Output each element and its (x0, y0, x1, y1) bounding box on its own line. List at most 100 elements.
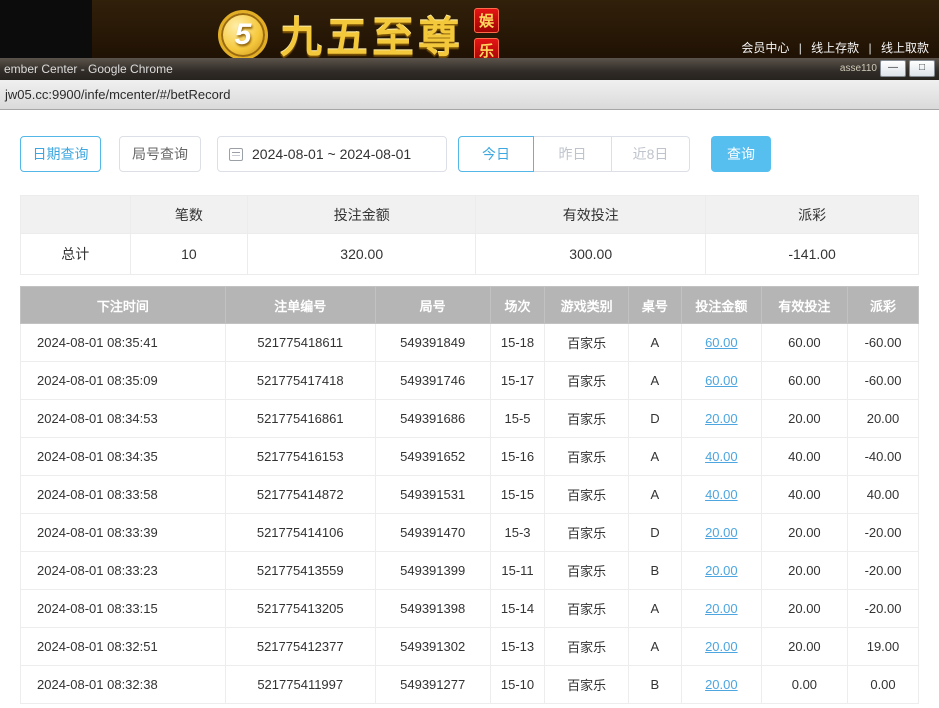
today-button[interactable]: 今日 (458, 136, 534, 172)
header-valid-bet: 有效投注 (761, 287, 847, 324)
maximize-button[interactable]: □ (909, 60, 935, 77)
summary-count: 10 (130, 234, 248, 275)
cell-game-type: 百家乐 (545, 438, 629, 476)
cell-bet-amount: 20.00 (681, 628, 761, 666)
date-range-input[interactable]: 2024-08-01 ~ 2024-08-01 (217, 136, 447, 172)
bet-amount-link[interactable]: 20.00 (705, 525, 738, 540)
table-row: 2024-08-01 08:34:35 521775416153 5493916… (21, 438, 919, 476)
search-button[interactable]: 查询 (711, 136, 771, 172)
summary-header-payout: 派彩 (706, 196, 919, 234)
nav-separator: | (869, 41, 872, 55)
table-row: 2024-08-01 08:33:39 521775414106 5493914… (21, 514, 919, 552)
cell-payout: 19.00 (848, 628, 919, 666)
cell-valid-bet: 20.00 (761, 514, 847, 552)
cell-session: 15-15 (490, 476, 545, 514)
cell-session: 15-13 (490, 628, 545, 666)
cell-payout: 20.00 (848, 400, 919, 438)
bet-amount-link[interactable]: 20.00 (705, 601, 738, 616)
cell-session: 15-17 (490, 362, 545, 400)
table-row: 2024-08-01 08:34:53 521775416861 5493916… (21, 400, 919, 438)
yesterday-button[interactable]: 昨日 (534, 136, 612, 172)
cell-round-id: 549391686 (375, 400, 490, 438)
cell-game-type: 百家乐 (545, 476, 629, 514)
cell-order-id: 521775413559 (225, 552, 375, 590)
cell-bet-amount: 20.00 (681, 514, 761, 552)
cell-bet-amount: 60.00 (681, 362, 761, 400)
bet-amount-link[interactable]: 20.00 (705, 677, 738, 692)
cell-bet-time: 2024-08-01 08:33:39 (21, 514, 226, 552)
cell-order-id: 521775412377 (225, 628, 375, 666)
header-left-block (0, 0, 92, 58)
bet-amount-link[interactable]: 40.00 (705, 449, 738, 464)
bet-amount-link[interactable]: 20.00 (705, 639, 738, 654)
cell-valid-bet: 60.00 (761, 324, 847, 362)
minimize-button[interactable]: — (880, 60, 906, 77)
cell-table-no: A (628, 438, 681, 476)
filter-row: 日期查询 局号查询 2024-08-01 ~ 2024-08-01 今日 昨日 … (20, 136, 919, 172)
summary-total-row: 总计 10 320.00 300.00 -141.00 (21, 234, 919, 275)
cell-game-type: 百家乐 (545, 400, 629, 438)
header-session: 场次 (490, 287, 545, 324)
cell-table-no: D (628, 400, 681, 438)
cell-round-id: 549391302 (375, 628, 490, 666)
cell-bet-time: 2024-08-01 08:33:58 (21, 476, 226, 514)
window-controls: — □ (880, 60, 935, 77)
cell-payout: -40.00 (848, 438, 919, 476)
cell-valid-bet: 40.00 (761, 476, 847, 514)
logo-badge-char-1: 娱 (474, 8, 499, 33)
table-row: 2024-08-01 08:32:38 521775411997 5493912… (21, 666, 919, 704)
cell-bet-amount: 20.00 (681, 590, 761, 628)
bet-amount-link[interactable]: 40.00 (705, 487, 738, 502)
summary-header-row: 笔数 投注金额 有效投注 派彩 (21, 196, 919, 234)
site-logo-title: 九五至尊 (280, 4, 464, 65)
header-order-id: 注单编号 (225, 287, 375, 324)
cell-game-type: 百家乐 (545, 362, 629, 400)
browser-titlebar: ember Center - Google Chrome asse110 — □ (0, 58, 939, 80)
cell-order-id: 521775414872 (225, 476, 375, 514)
bet-amount-link[interactable]: 20.00 (705, 411, 738, 426)
round-query-button[interactable]: 局号查询 (119, 136, 201, 172)
cell-valid-bet: 60.00 (761, 362, 847, 400)
cell-valid-bet: 20.00 (761, 552, 847, 590)
header-game-type: 游戏类别 (545, 287, 629, 324)
cell-bet-time: 2024-08-01 08:35:41 (21, 324, 226, 362)
cell-session: 15-16 (490, 438, 545, 476)
bet-amount-link[interactable]: 20.00 (705, 563, 738, 578)
cell-bet-amount: 40.00 (681, 476, 761, 514)
cell-session: 15-14 (490, 590, 545, 628)
cell-game-type: 百家乐 (545, 514, 629, 552)
nav-online-withdraw[interactable]: 线上取款 (881, 41, 929, 55)
cell-session: 15-18 (490, 324, 545, 362)
cell-bet-time: 2024-08-01 08:33:15 (21, 590, 226, 628)
header-bet-amount: 投注金额 (681, 287, 761, 324)
table-row: 2024-08-01 08:33:23 521775413559 5493913… (21, 552, 919, 590)
cell-round-id: 549391531 (375, 476, 490, 514)
date-query-button[interactable]: 日期查询 (20, 136, 101, 172)
logo-badge: 娱 乐 (474, 8, 499, 63)
browser-urlbar[interactable]: jw05.cc:9900/infe/mcenter/#/betRecord (0, 80, 939, 110)
summary-valid-bet: 300.00 (476, 234, 706, 275)
cell-game-type: 百家乐 (545, 628, 629, 666)
cell-bet-amount: 20.00 (681, 400, 761, 438)
header-nav: 会员中心 | 线上存款 | 线上取款 (741, 39, 929, 56)
cell-session: 15-5 (490, 400, 545, 438)
bet-amount-link[interactable]: 60.00 (705, 373, 738, 388)
nav-member-center[interactable]: 会员中心 (741, 41, 789, 55)
cell-payout: 0.00 (848, 666, 919, 704)
cell-payout: -20.00 (848, 552, 919, 590)
cell-game-type: 百家乐 (545, 666, 629, 704)
cell-bet-amount: 20.00 (681, 552, 761, 590)
cell-bet-time: 2024-08-01 08:32:38 (21, 666, 226, 704)
summary-bet-amount: 320.00 (248, 234, 476, 275)
cell-bet-amount: 60.00 (681, 324, 761, 362)
cell-bet-time: 2024-08-01 08:35:09 (21, 362, 226, 400)
cell-bet-time: 2024-08-01 08:34:35 (21, 438, 226, 476)
date-range-value: 2024-08-01 ~ 2024-08-01 (252, 146, 411, 162)
header-payout: 派彩 (848, 287, 919, 324)
url-text[interactable]: jw05.cc:9900/infe/mcenter/#/betRecord (0, 80, 939, 109)
last-8-days-button[interactable]: 近8日 (612, 136, 690, 172)
cell-round-id: 549391470 (375, 514, 490, 552)
bet-amount-link[interactable]: 60.00 (705, 335, 738, 350)
cell-session: 15-11 (490, 552, 545, 590)
nav-online-deposit[interactable]: 线上存款 (811, 41, 859, 55)
